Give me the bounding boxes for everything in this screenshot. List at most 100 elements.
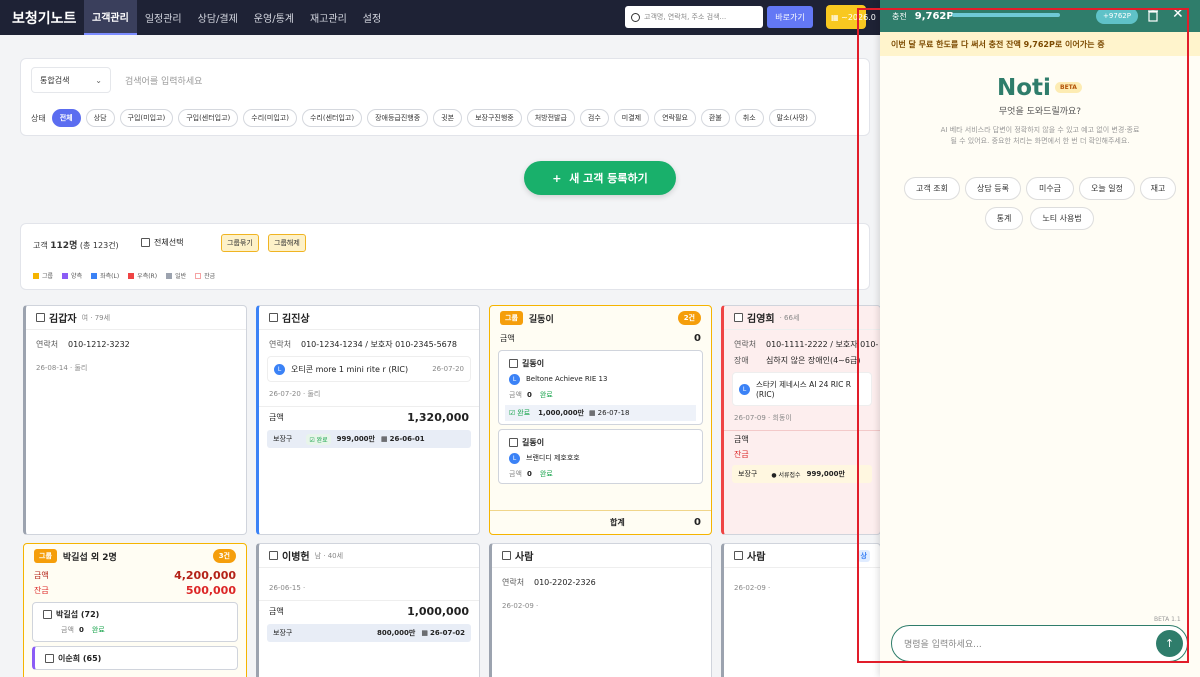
trash-icon[interactable] (1148, 9, 1158, 22)
visit-date: 26-02-09 · (502, 602, 539, 610)
status-chip[interactable]: 구입(센터입고) (178, 109, 239, 127)
global-search-input[interactable]: 고객명, 연락처, 주소 검색... (625, 6, 763, 28)
field-label: 보장구 (273, 435, 293, 443)
customer-card-header: 김진상 (259, 306, 479, 330)
customer-card[interactable]: 김갑자 여 · 79세 연락처 010-1212-3232 26-08-14 · 둘… (23, 305, 247, 535)
total-value: 0 (694, 517, 701, 528)
legend-item: 우측(R) (128, 271, 157, 280)
remaining-row: 잔금 (724, 447, 880, 461)
visit-date: 26-07-20 · 둘리 (269, 390, 321, 398)
status-chip[interactable]: 수리(센터입고) (301, 109, 363, 127)
group-card[interactable]: 그룹 길동이 2건 금액 0 길동이 L Beltone Achieve RIE 13 … (489, 305, 712, 535)
new-customer-label: 새 고객 등록하기 (569, 172, 648, 185)
group-member-card[interactable]: 이순희 (65) (32, 646, 238, 670)
nav-customers[interactable]: 고객관리 (84, 0, 137, 35)
product-row: L 브랜디디 제호호호 (499, 450, 702, 466)
quick-action-button[interactable]: 오늘 일정 (1079, 177, 1135, 200)
subsidy-date: 26-07-02 (429, 629, 465, 637)
status-chip[interactable]: 상담 (85, 109, 115, 127)
checkbox-icon[interactable] (509, 358, 518, 368)
new-customer-button[interactable]: + 새 고객 등록하기 (524, 161, 676, 195)
status-text: 완료 (539, 470, 553, 478)
send-button[interactable]: ↑ (1156, 630, 1183, 657)
quick-action-button[interactable]: 상담 등록 (965, 177, 1021, 200)
status-chip[interactable]: 미결제 (613, 109, 650, 127)
nav-operations-stats[interactable]: 운영/통계 (246, 0, 302, 35)
command-input[interactable]: 명령을 입력하세요... ↑ (891, 625, 1188, 662)
checkbox-icon[interactable] (45, 653, 54, 663)
legend-swatch (166, 272, 173, 279)
customer-card[interactable]: 김영희 · 66세 연락처 010-1111-2222 / 보호자 010- 장애 심… (721, 305, 881, 535)
status-chip[interactable]: 수리(미입고) (243, 109, 297, 127)
checkbox-icon[interactable] (269, 313, 278, 322)
customer-search-input[interactable]: 검색어를 입력하세요 (117, 67, 877, 93)
group-bind-button[interactable]: 그룹묶기 (221, 234, 259, 252)
status-chip[interactable]: 구입(미입고) (119, 109, 174, 127)
customer-name: 김갑자 (49, 314, 77, 325)
status-chip[interactable]: 처방전발급 (526, 109, 575, 127)
group-member-card[interactable]: 길동이 L 브랜디디 제호호호 금액 0 완료 (498, 429, 703, 484)
customer-card[interactable]: 사람 연락처 010-2202-2326 26-02-09 · (489, 543, 712, 677)
nav-settings[interactable]: 설정 (355, 0, 389, 35)
calendar-date-button[interactable]: ▦ ~2026.0 (826, 5, 876, 29)
quick-action-button[interactable]: 통계 (985, 207, 1023, 230)
customer-card[interactable]: 사람 상 26-02-09 · (721, 543, 881, 677)
customer-card-header: 이병헌 남 · 40세 (259, 544, 479, 568)
legend-label: 우측(R) (137, 273, 158, 280)
quick-action-button[interactable]: 미수금 (1026, 177, 1074, 200)
nav-inventory[interactable]: 재고관리 (302, 0, 355, 35)
product-row[interactable]: L 스타키 제네시스 AI 24 RIC R (RIC) (732, 372, 872, 406)
status-chip[interactable]: 말소(사망) (768, 109, 816, 127)
checkbox-icon[interactable] (269, 551, 278, 560)
checkbox-icon[interactable] (734, 313, 743, 322)
checkbox-icon[interactable] (36, 313, 45, 322)
group-member-card[interactable]: 길동이 L Beltone Achieve RIE 13 금액 0 완료 ☑ 완료 1,0… (498, 350, 703, 425)
app-logo[interactable]: 보청기노트 (12, 8, 84, 28)
status-chip[interactable]: 연락필요 (654, 109, 696, 127)
field-label: 금액 (269, 606, 284, 616)
status-chip[interactable]: 취소 (734, 109, 764, 127)
quick-action-button[interactable]: 고객 조회 (904, 177, 960, 200)
filter-panel: 통합검색 ⌄ 검색어를 입력하세요 상태 전체 상담 구입(미입고) 구입(센터입… (20, 58, 870, 136)
checkbox-icon[interactable] (141, 238, 150, 247)
status-chip[interactable]: 귓본 (433, 109, 463, 127)
checkbox-icon[interactable] (509, 437, 518, 447)
quick-action-button[interactable]: 노티 사용법 (1030, 207, 1094, 230)
status-chip[interactable]: 장애등급진행중 (367, 109, 429, 127)
status-chip[interactable]: 환불 (700, 109, 730, 127)
noti-assistant-panel: 충전 9,762P +9762P ✕ 이번 달 무료 한도를 다 써서 충전 잔… (880, 0, 1200, 677)
remaining-row: 잔금 500,000 (24, 583, 246, 598)
checkbox-icon[interactable] (43, 609, 52, 619)
status-chip[interactable]: 검수 (579, 109, 609, 127)
member-name-row: 길동이 (499, 355, 702, 371)
member-name-row: 길동이 (499, 434, 702, 450)
status-chip[interactable]: 전체 (51, 109, 81, 127)
goto-button[interactable]: 바로가기 (767, 6, 813, 28)
field-label: 연락처 (36, 339, 59, 349)
field-label: 보장구 (738, 470, 758, 478)
checkbox-icon[interactable] (502, 551, 511, 560)
customer-demographics: 남 · 40세 (314, 551, 344, 560)
select-all-checkbox[interactable]: 전체선택 (141, 237, 183, 248)
product-row: L Beltone Achieve RIE 13 (499, 371, 702, 387)
status-chip[interactable]: 보장구진행중 (467, 109, 522, 127)
quick-action-button[interactable]: 재고 (1140, 177, 1176, 200)
group-card[interactable]: 그룹 박길섭 외 2명 3건 금액 4,200,000 잔금 500,000 박길섭 (… (23, 543, 247, 677)
close-icon[interactable]: ✕ (1172, 6, 1184, 22)
customer-card[interactable]: 김진상 연락처 010-1234-1234 / 보호자 010-2345-5678… (256, 305, 480, 535)
customer-card[interactable]: 이병헌 남 · 40세 26-06-15 · 금액 1,000,000 보장구 800… (256, 543, 480, 677)
amount-value: 0 (79, 626, 84, 634)
status-label: 상태 (31, 113, 46, 123)
legend-swatch (195, 272, 202, 279)
field-label: 잔금 (34, 586, 49, 595)
product-row[interactable]: L 오티콘 more 1 mini rite r (RIC) 26-07-20 (267, 356, 471, 382)
points-pill[interactable]: +9762P (1096, 8, 1138, 24)
status-badge: ☑ 완료 (306, 433, 331, 445)
nav-schedule[interactable]: 일정관리 (137, 0, 190, 35)
search-type-select[interactable]: 통합검색 ⌄ (31, 67, 111, 93)
group-member-card[interactable]: 박길섭 (72) 금액 0 완료 (32, 602, 238, 642)
nav-consult-payment[interactable]: 상담/결제 (190, 0, 246, 35)
group-unbind-button[interactable]: 그룹해제 (268, 234, 306, 252)
points-progress-bar (952, 13, 1060, 17)
checkbox-icon[interactable] (734, 551, 743, 560)
